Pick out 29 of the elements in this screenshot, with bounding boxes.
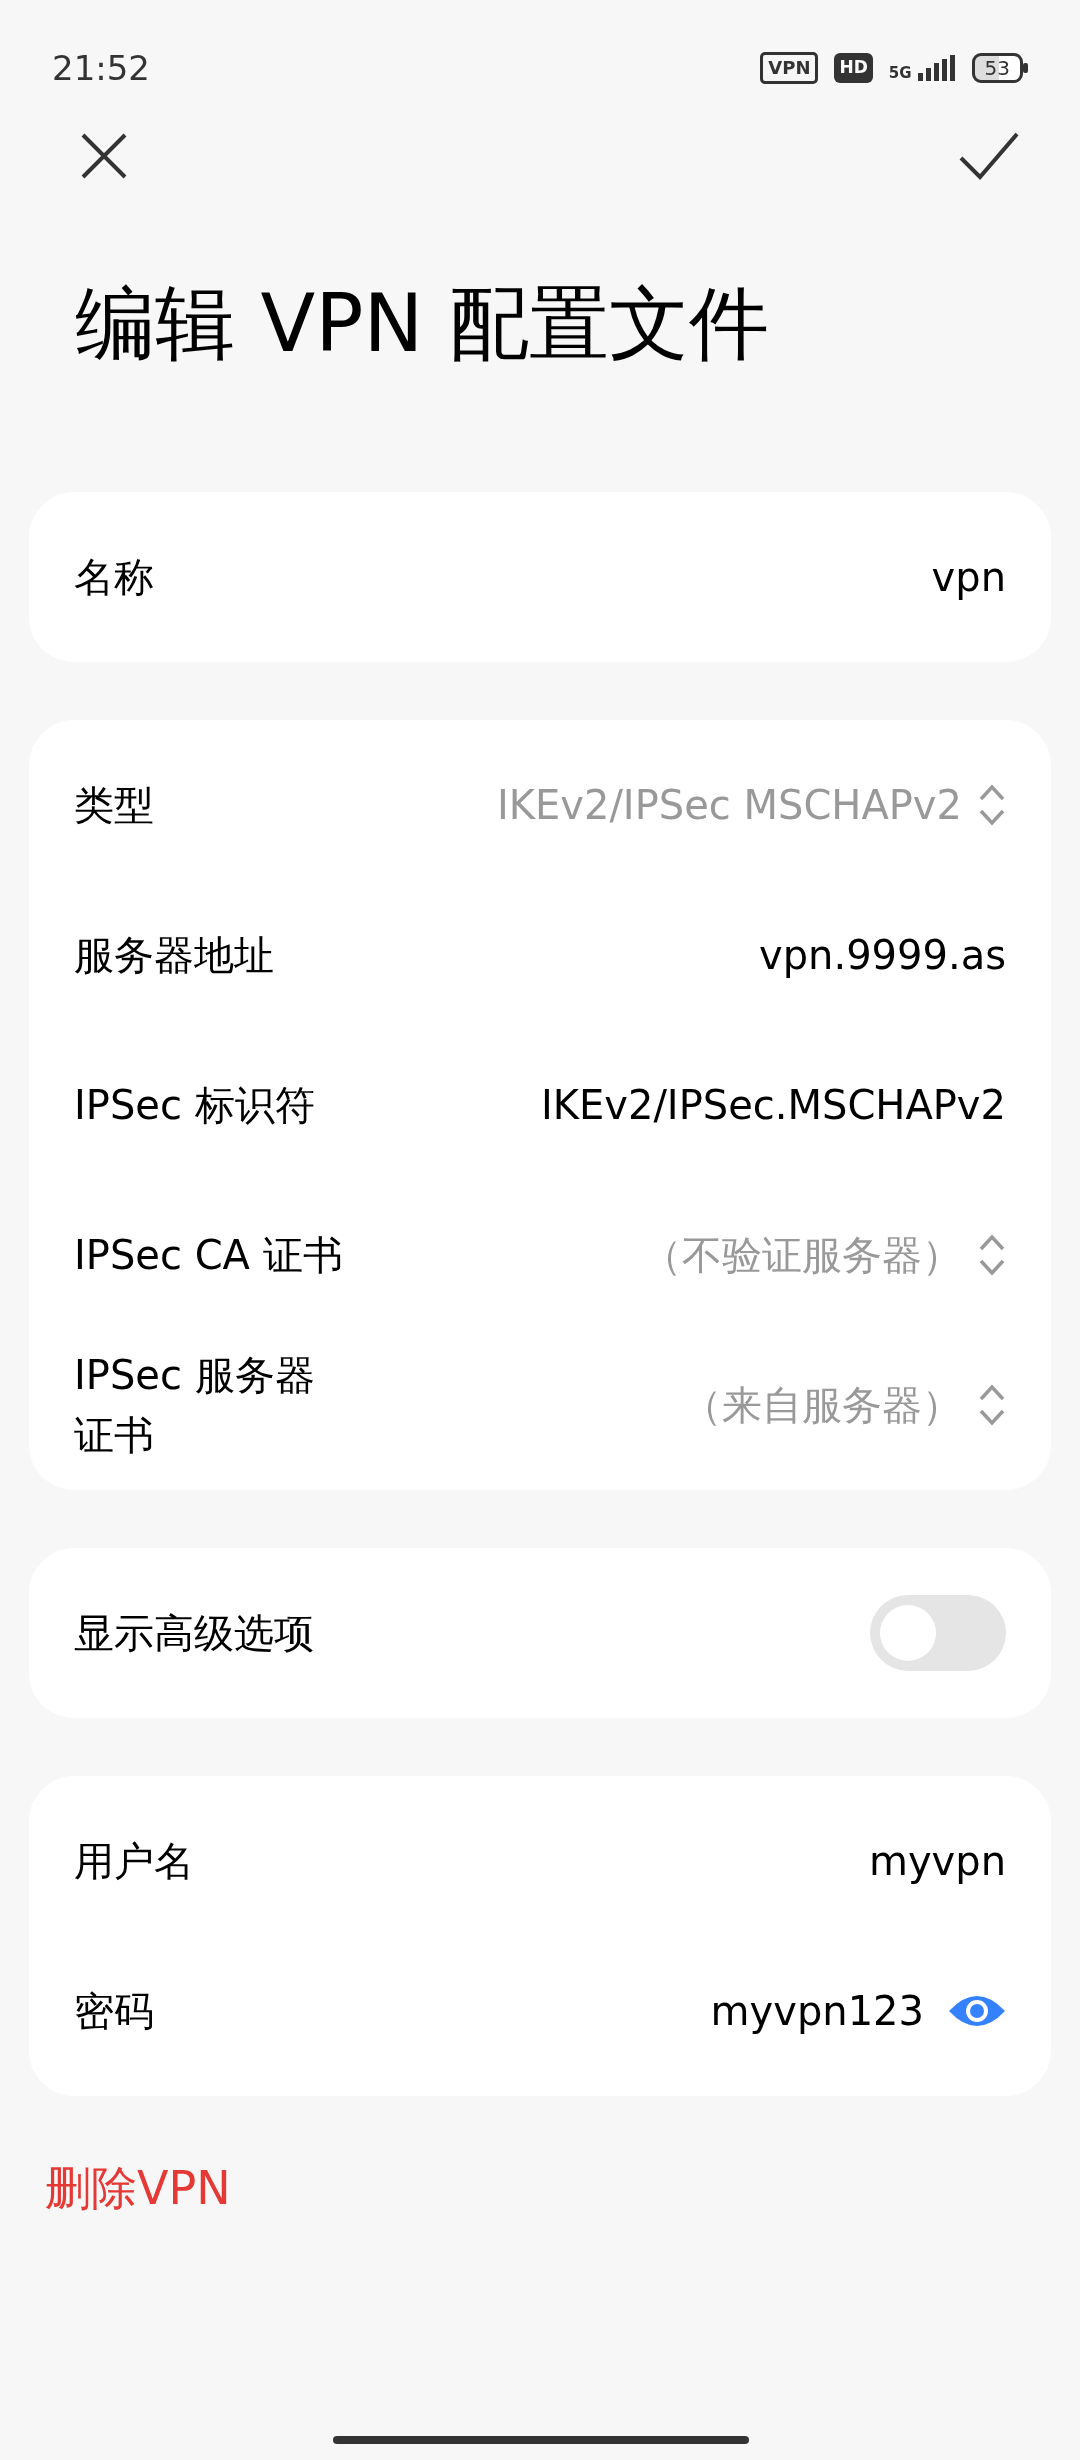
clock-time: 21:52 <box>52 46 150 90</box>
confirm-button[interactable] <box>958 131 1020 181</box>
network-type: 5G <box>888 66 912 81</box>
page-title: 编辑 VPN 配置文件 <box>74 276 770 372</box>
vpn-status-badge: VPN <box>760 52 819 84</box>
field-label: IPSec 服务器证书 <box>74 1351 316 1460</box>
field-label: IPSec 标识符 <box>74 1081 315 1130</box>
signal-icon <box>915 55 956 81</box>
field-value[interactable]: vpn <box>931 547 1006 607</box>
hd-badge: HD <box>834 53 873 83</box>
password-value[interactable]: myvpn123 <box>710 1981 924 2041</box>
field-value[interactable]: myvpn <box>868 1831 1006 1891</box>
battery-tip-icon <box>1023 63 1028 73</box>
battery-level: 53 <box>971 53 1023 83</box>
field-label: 密码 <box>74 1987 154 2036</box>
show-password-button[interactable] <box>948 1993 1006 2029</box>
field-value[interactable]: IKEv2/IPSec.MSCHAPv2 <box>540 1075 1006 1135</box>
close-icon <box>80 132 128 180</box>
field-label: 名称 <box>74 553 154 602</box>
delete-vpn-button[interactable]: 删除VPN <box>45 2154 231 2223</box>
field-value[interactable]: vpn.9999.as <box>759 925 1006 985</box>
eye-icon <box>948 1993 1006 2029</box>
field-label: 服务器地址 <box>74 931 274 980</box>
field-label: 类型 <box>74 781 154 830</box>
field-label: IPSec CA 证书 <box>74 1231 343 1280</box>
field-label: 显示高级选项 <box>74 1609 314 1658</box>
checkmark-icon <box>958 131 1020 181</box>
close-button[interactable] <box>80 132 128 180</box>
field-label: 用户名 <box>74 1837 194 1886</box>
